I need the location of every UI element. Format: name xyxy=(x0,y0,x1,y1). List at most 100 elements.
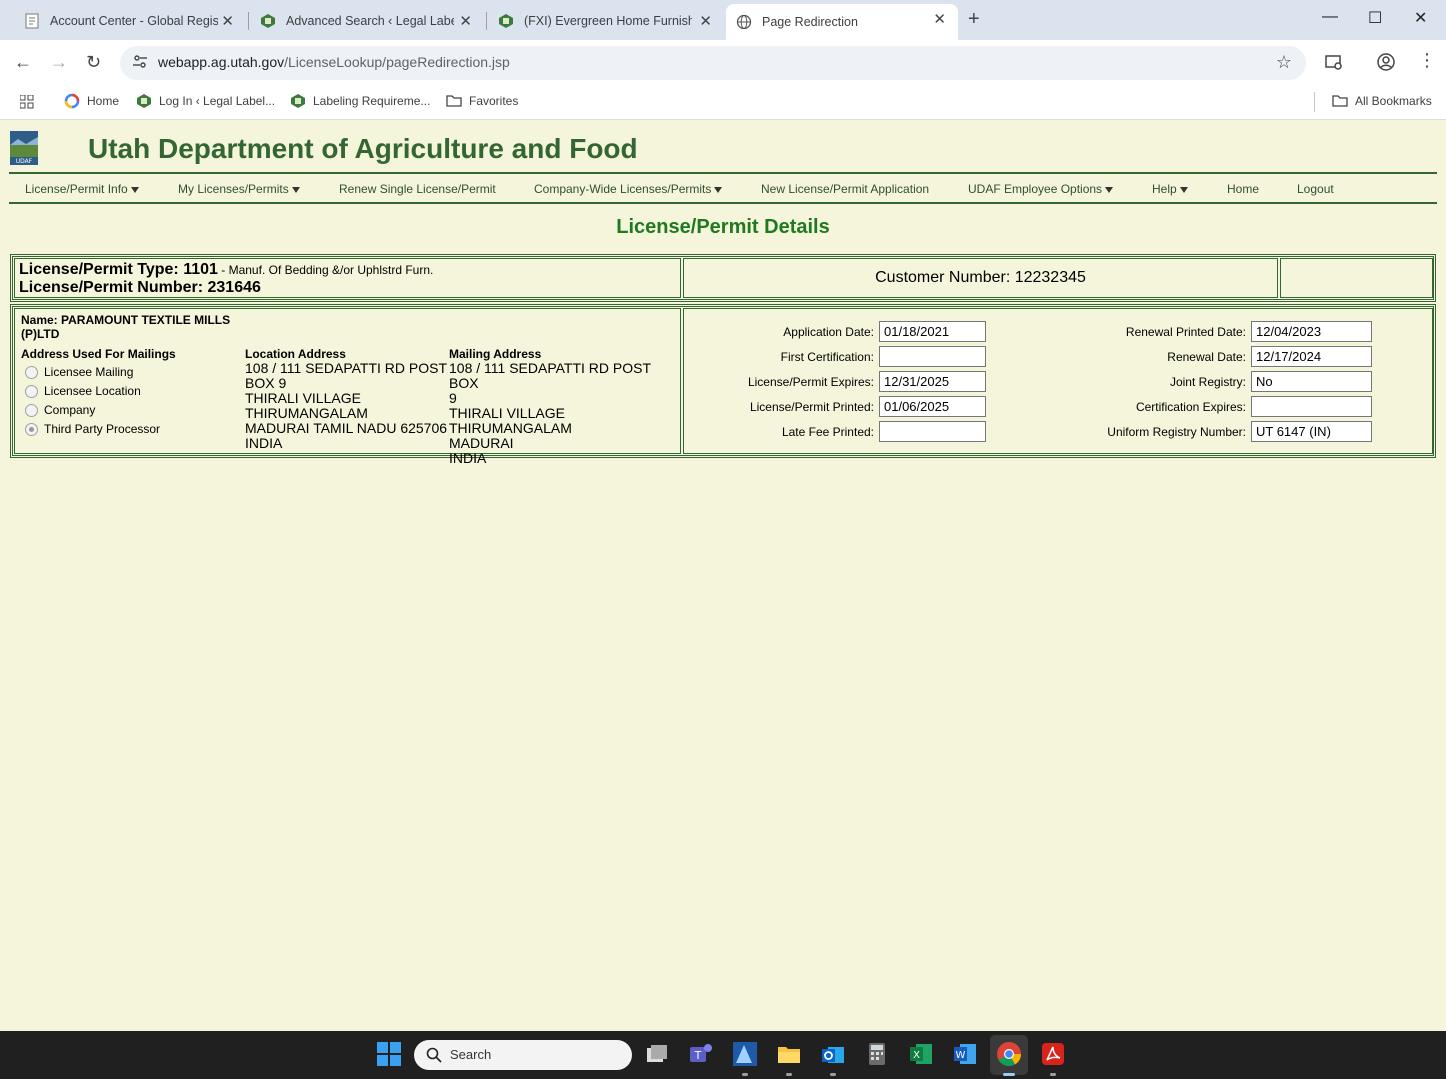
word-icon[interactable]: W xyxy=(952,1041,978,1067)
svg-text:X: X xyxy=(913,1050,920,1061)
tab-page-redirection[interactable]: Page Redirection ✕ xyxy=(726,4,958,40)
renewal-printed-date-label: Renewal Printed Date: xyxy=(1125,325,1246,339)
radio-button[interactable] xyxy=(25,384,38,398)
radio-button-selected[interactable] xyxy=(25,422,38,436)
radio-third-party-processor[interactable]: Third Party Processor xyxy=(25,422,160,436)
outlook-icon[interactable] xyxy=(820,1041,846,1067)
calculator-icon[interactable] xyxy=(864,1041,890,1067)
close-icon[interactable]: ✕ xyxy=(459,12,472,30)
radio-licensee-location[interactable]: Licensee Location xyxy=(25,384,141,398)
address-bar[interactable]: webapp.ag.utah.gov/LicenseLookup/pageRed… xyxy=(120,46,1306,80)
license-printed-field[interactable] xyxy=(879,396,986,417)
menu-my-licenses[interactable]: My Licenses/Permits xyxy=(178,182,300,196)
renewal-date-field[interactable] xyxy=(1251,346,1372,367)
uniform-registry-number-field[interactable] xyxy=(1251,421,1372,442)
menu-employee-options[interactable]: UDAF Employee Options xyxy=(968,182,1114,196)
teams-icon[interactable]: T xyxy=(688,1041,714,1067)
menu-company-wide[interactable]: Company-Wide Licenses/Permits xyxy=(534,182,723,196)
label-site-icon xyxy=(499,14,513,28)
license-expires-label: License/Permit Expires: xyxy=(747,375,874,389)
bookmark-label: Labeling Requireme... xyxy=(313,94,431,108)
renewal-printed-date-field[interactable] xyxy=(1251,321,1372,342)
taskbar-search[interactable]: Search xyxy=(414,1040,632,1070)
entity-name: Name: PARAMOUNT TEXTILE MILLS (P)LTD xyxy=(21,313,231,341)
first-certification-field[interactable] xyxy=(879,346,986,367)
window-close-icon[interactable]: ✕ xyxy=(1414,8,1427,28)
mailing-address-header: Mailing Address xyxy=(449,347,542,361)
radio-button[interactable] xyxy=(25,403,38,417)
windows-start-icon[interactable] xyxy=(376,1041,402,1067)
joint-registry-field[interactable] xyxy=(1251,371,1372,392)
bookmark-login-legal-label[interactable]: Log In ‹ Legal Label... xyxy=(136,93,275,109)
back-icon[interactable]: ← xyxy=(14,52,32,73)
bookmark-favorites[interactable]: Favorites xyxy=(446,93,518,109)
running-indicator xyxy=(830,1073,836,1076)
mailing-address: 108 / 111 SEDAPATTI RD POST BOX 9 THIRALI … xyxy=(449,360,651,466)
renewal-date-label: Renewal Date: xyxy=(1167,350,1246,364)
late-fee-printed-label: Late Fee Printed: xyxy=(781,425,874,439)
customer-number: Customer Number: 12232345 xyxy=(875,269,1086,286)
radio-button[interactable] xyxy=(25,365,38,379)
late-fee-printed-field[interactable] xyxy=(879,421,986,442)
power-pad-icon[interactable] xyxy=(732,1041,758,1067)
bookmarks-divider xyxy=(1314,92,1315,112)
apps-grid-icon[interactable] xyxy=(20,95,34,109)
menu-home[interactable]: Home xyxy=(1227,182,1259,196)
radio-company[interactable]: Company xyxy=(25,403,95,417)
kebab-menu-icon[interactable]: ⋮ xyxy=(1418,50,1436,71)
menu-license-permit-info[interactable]: License/Permit Info xyxy=(25,182,139,196)
radio-licensee-mailing[interactable]: Licensee Mailing xyxy=(25,365,133,379)
main-menu: License/Permit Info My Licenses/Permits … xyxy=(9,172,1437,204)
document-icon xyxy=(25,13,39,29)
certification-expires-field[interactable] xyxy=(1251,396,1372,417)
all-bookmarks-label: All Bookmarks xyxy=(1355,94,1432,108)
location-address: 108 / 111 SEDAPATTI RD POST BOX 9 THIRALI … xyxy=(245,360,448,451)
tab-account-center[interactable]: Account Center - Global Registr ✕ xyxy=(14,6,246,36)
label-site-icon xyxy=(261,14,275,28)
bookmark-star-icon[interactable]: ☆ xyxy=(1276,52,1292,73)
close-icon[interactable]: ✕ xyxy=(933,10,946,28)
reload-icon[interactable]: ↻ xyxy=(86,52,101,73)
bookmark-home[interactable]: Home xyxy=(64,93,119,109)
site-info-icon[interactable] xyxy=(132,54,148,70)
new-tab-icon[interactable]: + xyxy=(968,8,980,31)
close-icon[interactable]: ✕ xyxy=(699,12,712,30)
license-details-box: Name: PARAMOUNT TEXTILE MILLS (P)LTD Addr… xyxy=(10,304,1436,466)
menu-new-application[interactable]: New License/Permit Application xyxy=(761,182,929,196)
minimize-icon[interactable]: — xyxy=(1322,8,1338,26)
chrome-icon[interactable] xyxy=(996,1041,1022,1067)
search-icon xyxy=(426,1047,442,1063)
running-indicator xyxy=(786,1073,792,1076)
acrobat-icon[interactable] xyxy=(1040,1041,1066,1067)
menu-renew-single[interactable]: Renew Single License/Permit xyxy=(339,182,496,196)
url-text: webapp.ag.utah.gov/LicenseLookup/pageRed… xyxy=(158,54,510,70)
license-printed-label: License/Permit Printed: xyxy=(749,400,874,414)
profile-icon[interactable] xyxy=(1376,52,1396,72)
file-explorer-icon[interactable] xyxy=(776,1041,802,1067)
tab-fxi-evergreen[interactable]: (FXI) Evergreen Home Furnishin ✕ xyxy=(488,6,724,36)
license-expires-field[interactable] xyxy=(879,371,986,392)
license-number: License/Permit Number: 231646 xyxy=(19,279,261,296)
tab-advanced-search[interactable]: Advanced Search ‹ Legal Label - ✕ xyxy=(250,6,484,36)
google-icon xyxy=(64,93,80,109)
license-type-description: - Manuf. Of Bedding &/or Uphlstrd Furn. xyxy=(217,263,434,277)
application-date-field[interactable] xyxy=(879,321,986,342)
maximize-icon[interactable]: ☐ xyxy=(1368,8,1382,28)
all-bookmarks[interactable]: All Bookmarks xyxy=(1332,93,1432,109)
excel-icon[interactable]: X xyxy=(908,1041,934,1067)
menu-help[interactable]: Help xyxy=(1152,182,1188,196)
running-indicator xyxy=(742,1073,748,1076)
caret-down-icon xyxy=(1105,186,1114,193)
bookmark-labeling-requirements[interactable]: Labeling Requireme... xyxy=(290,93,430,109)
menu-logout[interactable]: Logout xyxy=(1297,182,1334,196)
close-icon[interactable]: ✕ xyxy=(221,12,234,30)
task-view-icon[interactable] xyxy=(644,1041,670,1067)
page-heading: License/Permit Details xyxy=(616,216,830,238)
cast-search-icon[interactable] xyxy=(1324,52,1344,72)
browser-tab-strip: Account Center - Global Registr ✕ Advanc… xyxy=(0,0,1446,40)
forward-icon[interactable]: → xyxy=(50,52,68,73)
license-header-box: License/Permit Type: 1101 - Manuf. Of Be… xyxy=(10,254,1436,302)
logo-text: UDAF xyxy=(16,158,33,165)
page-content: UDAF Utah Department of Agriculture and … xyxy=(0,121,1446,1031)
caret-down-icon xyxy=(714,186,723,193)
